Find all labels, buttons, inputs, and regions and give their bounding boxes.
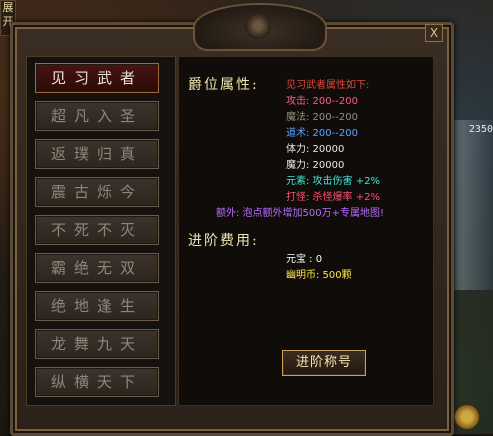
skull-ornament-icon (193, 3, 327, 51)
tao-stat: 道术: 200--200 (286, 128, 358, 139)
gear-icon[interactable] (454, 404, 480, 430)
yuanbao-cost: 元宝 : 0 (286, 254, 323, 265)
element-bonus: 元素: 攻击伤害 +2% (286, 176, 380, 187)
rank-item-6[interactable]: 霸绝无双 (35, 253, 159, 283)
advance-title-button[interactable]: 进阶称号 (282, 350, 366, 376)
rank-item-8[interactable]: 龙舞九天 (35, 329, 159, 359)
rank-item-9[interactable]: 纵横天下 (35, 367, 159, 397)
hp-stat: 体力: 20000 (286, 144, 345, 155)
cost-title: 进阶费用: (188, 233, 259, 249)
rank-item-3[interactable]: 返璞归真 (35, 139, 159, 169)
rank-item-5[interactable]: 不死不灭 (35, 215, 159, 245)
drop-rate-bonus: 打怪: 杀怪爆率 +2% (286, 192, 380, 203)
close-button[interactable]: X (425, 24, 443, 42)
rank-item-4[interactable]: 震古烁今 (35, 177, 159, 207)
background-level-number: 2350 (468, 124, 493, 135)
youming-cost: 幽明币: 500颗 (286, 270, 352, 281)
rank-item-1[interactable]: 见习武者 (35, 63, 159, 93)
rank-item-7[interactable]: 绝地逢生 (35, 291, 159, 321)
attack-stat: 攻击: 200--200 (286, 96, 358, 107)
attributes-title: 爵位属性: (188, 77, 259, 93)
attributes-heading: 见习武者属性如下: (286, 80, 370, 91)
rank-item-2[interactable]: 超凡入圣 (35, 101, 159, 131)
mp-stat: 魔力: 20000 (286, 160, 345, 171)
extra-bonus: 额外: 泡点额外增加500万+专属地图! (216, 208, 385, 219)
magic-stat: 魔法: 200--200 (286, 112, 358, 123)
rank-menu: 见习武者 超凡入圣 返璞归真 震古烁今 不死不灭 霸绝无双 绝地逢生 龙舞九天 … (26, 56, 176, 406)
